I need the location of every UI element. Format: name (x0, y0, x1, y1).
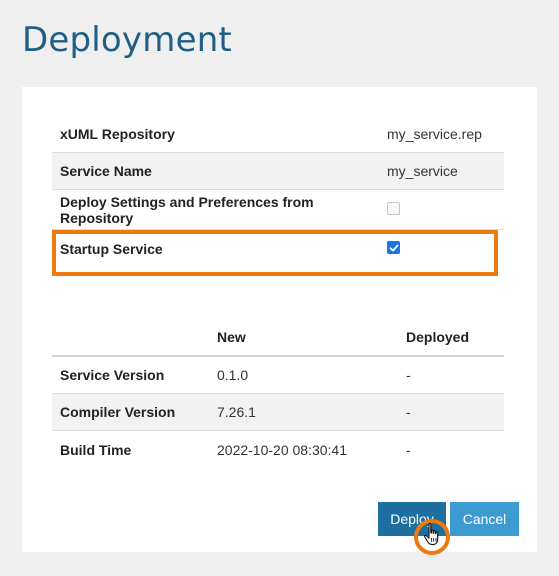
row-label: Build Time (60, 441, 132, 458)
column-header-deployed: Deployed (406, 329, 470, 345)
deployed-value: - (406, 367, 411, 383)
deployed-value: - (406, 441, 411, 458)
page-title: Deployment (22, 20, 232, 60)
setting-value: my_service (387, 163, 458, 179)
table-row: Service Version 0.1.0 - (52, 357, 504, 394)
setting-row-deploy-settings: Deploy Settings and Preferences from Rep… (52, 190, 504, 230)
deployment-panel: xUML Repository my_service.rep Service N… (22, 87, 537, 552)
setting-label: xUML Repository (60, 125, 175, 142)
setting-value: my_service.rep (387, 125, 482, 142)
deployed-value: - (406, 404, 411, 420)
setting-row-service-name: Service Name my_service (52, 153, 504, 190)
cancel-button[interactable]: Cancel (450, 502, 519, 536)
setting-label: Deploy Settings and Preferences from Rep… (60, 193, 314, 226)
row-label: Compiler Version (60, 404, 176, 420)
row-label: Service Version (60, 367, 165, 383)
new-value: 0.1.0 (217, 367, 249, 383)
new-value: 7.26.1 (217, 404, 256, 420)
version-table: New Deployed Service Version 0.1.0 - Com… (52, 319, 504, 468)
deploy-settings-checkbox[interactable] (387, 201, 400, 215)
setting-label: Service Name (60, 163, 152, 179)
setting-row-repository: xUML Repository my_service.rep (52, 115, 504, 153)
startup-service-highlight (52, 230, 498, 276)
table-row: Build Time 2022-10-20 08:30:41 - (52, 431, 504, 468)
column-header-new: New (217, 329, 246, 345)
hand-pointer-icon (423, 522, 439, 546)
version-table-header: New Deployed (52, 319, 504, 357)
table-row: Compiler Version 7.26.1 - (52, 394, 504, 431)
new-value: 2022-10-20 08:30:41 (217, 441, 347, 458)
